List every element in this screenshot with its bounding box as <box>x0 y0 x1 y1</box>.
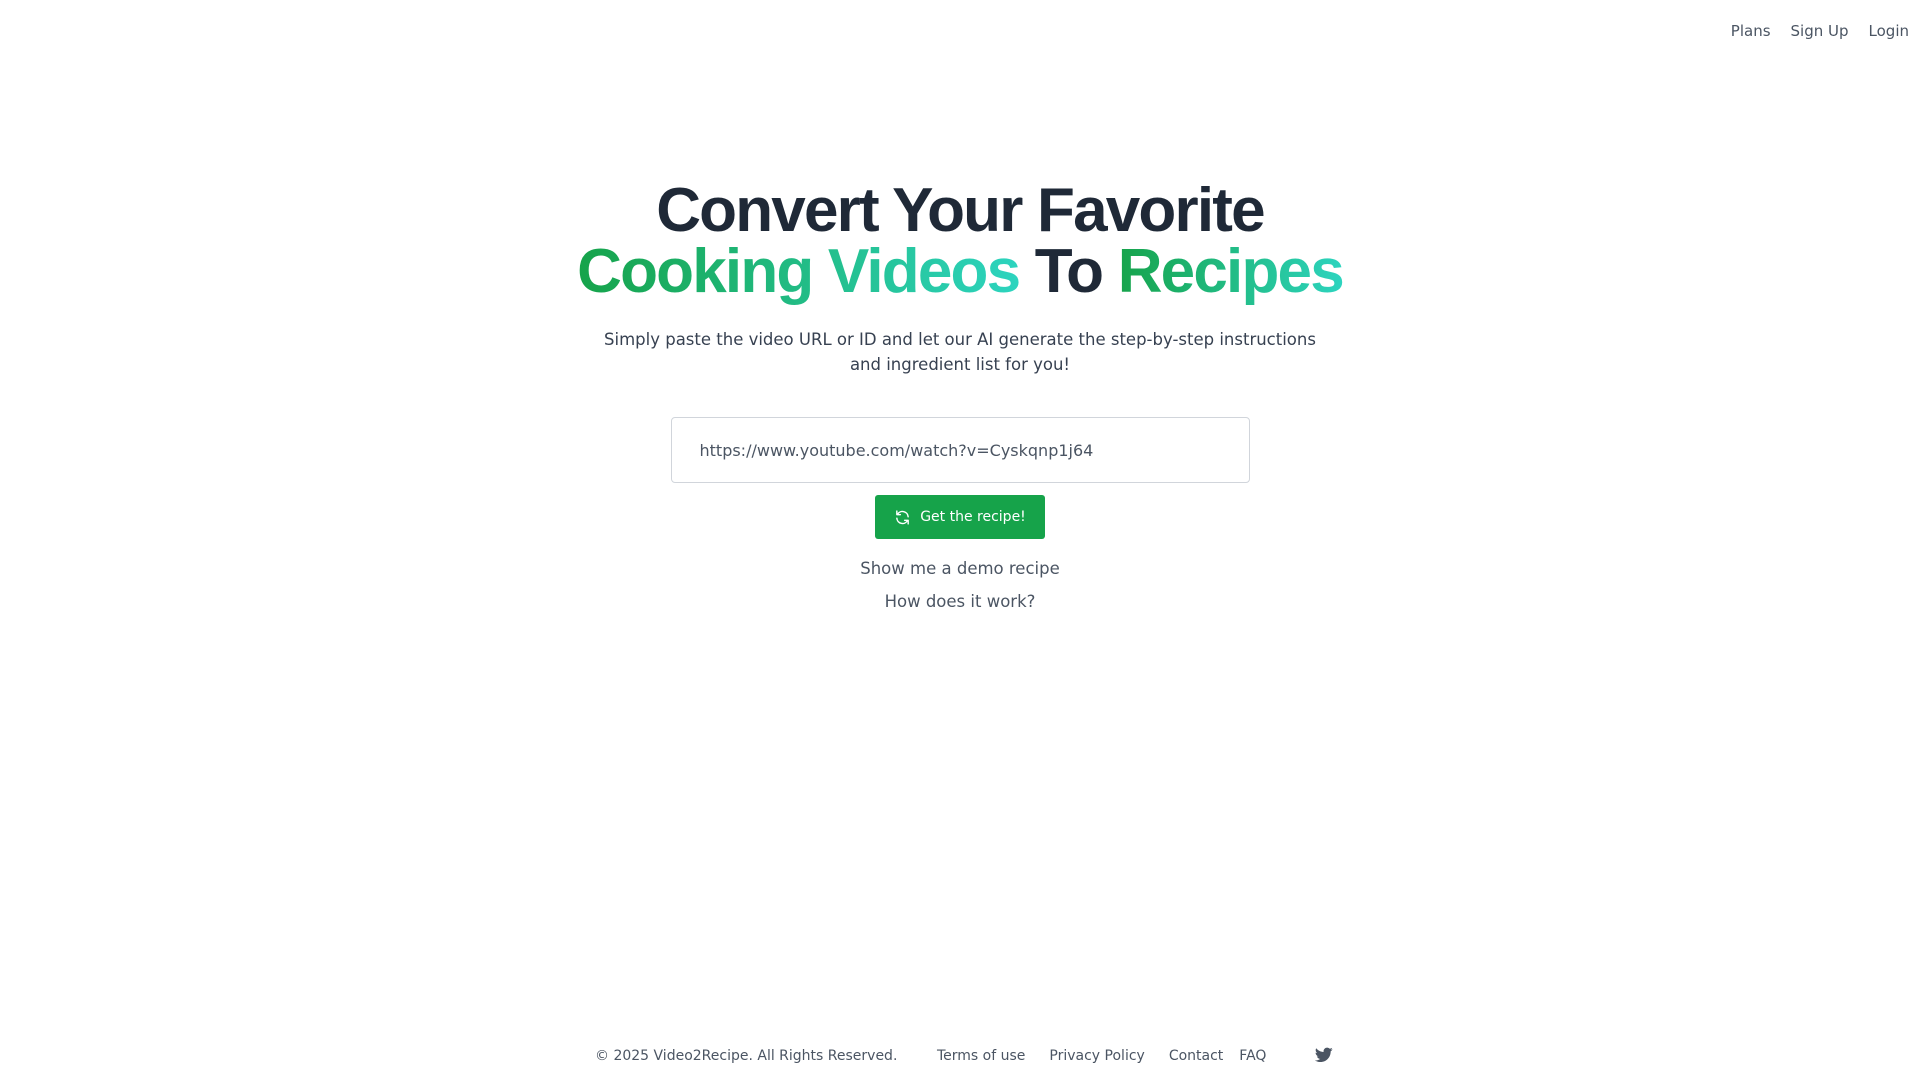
hero-subtitle: Simply paste the video URL or ID and let… <box>604 330 1316 374</box>
footer-link-contact[interactable]: Contact <box>1169 1048 1223 1064</box>
hero-heading-to: To <box>1034 237 1104 306</box>
hero-heading: Convert Your Favorite Cooking Videos To … <box>0 180 1920 303</box>
hero-heading-cooking-videos: Cooking Videos <box>577 237 1021 306</box>
footer-link-privacy[interactable]: Privacy Policy <box>1049 1048 1144 1064</box>
get-recipe-button-label: Get the recipe! <box>920 509 1026 525</box>
page: Plans Sign Up Login Convert Your Favorit… <box>0 0 1920 1080</box>
top-nav: Plans Sign Up Login <box>1731 22 1909 40</box>
nav-login-link[interactable]: Login <box>1869 22 1909 40</box>
footer-links: Terms of use Privacy Policy Contact FAQ <box>937 1048 1266 1064</box>
footer-link-faq[interactable]: FAQ <box>1239 1048 1266 1064</box>
hero-heading-recipes: Recipes <box>1117 237 1345 306</box>
hero-section: Convert Your Favorite Cooking Videos To … <box>0 180 1920 612</box>
twitter-icon[interactable] <box>1315 1047 1333 1063</box>
hero-heading-line1: Convert Your Favorite <box>656 176 1265 245</box>
footer-copyright: © 2025 Video2Recipe. All Rights Reserved… <box>595 1048 898 1064</box>
footer-link-terms[interactable]: Terms of use <box>937 1048 1025 1064</box>
get-recipe-button[interactable]: Get the recipe! <box>875 495 1045 539</box>
refresh-icon <box>896 509 910 525</box>
nav-plans-link[interactable]: Plans <box>1731 22 1771 40</box>
how-it-works-link[interactable]: How does it work? <box>0 592 1920 611</box>
demo-recipe-link[interactable]: Show me a demo recipe <box>0 559 1920 578</box>
nav-signup-link[interactable]: Sign Up <box>1791 22 1849 40</box>
video-url-input[interactable] <box>670 417 1250 483</box>
footer: © 2025 Video2Recipe. All Rights Reserved… <box>0 1047 1920 1072</box>
